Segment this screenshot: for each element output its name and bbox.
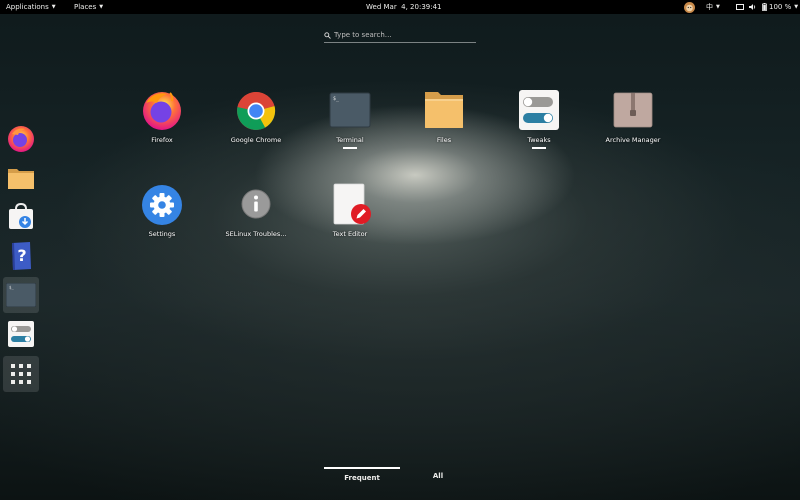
firefox-icon	[143, 92, 181, 130]
app-label: Settings	[148, 230, 176, 238]
app-firefox[interactable]: Firefox	[117, 88, 207, 144]
running-indicator	[343, 147, 357, 149]
app-settings[interactable]: Settings	[117, 182, 207, 238]
chrome-icon	[237, 91, 276, 130]
view-tabs: Frequent All	[320, 467, 480, 487]
volume-icon	[749, 4, 756, 10]
applications-menu[interactable]: Applications ▼	[6, 0, 56, 14]
grid-icon	[11, 364, 31, 384]
applications-menu-label: Applications	[6, 3, 49, 11]
dash-item-tweaks[interactable]	[3, 316, 39, 352]
app-label: Tweaks	[527, 136, 551, 144]
app-label: Google Chrome	[230, 136, 282, 144]
chevron-down-icon: ▼	[51, 4, 56, 10]
app-tweaks[interactable]: Tweaks	[494, 88, 584, 149]
svg-text:$_: $_	[9, 285, 14, 290]
app-google-chrome[interactable]: Google Chrome	[211, 88, 301, 144]
app-label: Terminal	[336, 136, 364, 144]
show-applications-button[interactable]	[3, 356, 39, 392]
svg-text:$_: $_	[333, 96, 340, 102]
folder-icon	[8, 169, 34, 189]
chevron-down-icon: ▼	[99, 4, 104, 10]
text-editor-icon	[333, 183, 371, 225]
gear-icon	[142, 185, 182, 225]
avatar-icon	[684, 1, 695, 13]
places-menu[interactable]: Places ▼	[74, 0, 103, 14]
battery-icon	[762, 3, 767, 11]
app-text-editor[interactable]: Text Editor	[305, 182, 395, 238]
clock-label: Wed Mar 4, 20:39:41	[366, 3, 442, 11]
app-label: Firefox	[151, 136, 173, 144]
top-bar: Applications ▼ Places ▼ Wed Mar 4, 20:39…	[0, 0, 800, 14]
clock[interactable]: Wed Mar 4, 20:39:41	[366, 0, 442, 14]
running-indicator	[532, 147, 546, 149]
search-icon	[324, 31, 331, 39]
tab-frequent[interactable]: Frequent	[324, 467, 400, 489]
chevron-down-icon: ▼	[716, 4, 720, 10]
chevron-down-icon: ▼	[794, 4, 799, 10]
screen-icon	[736, 3, 744, 10]
dash-item-help[interactable]: ?	[3, 238, 39, 274]
dash-item-firefox[interactable]	[3, 121, 39, 157]
avatar[interactable]	[684, 0, 695, 14]
terminal-icon: $_	[6, 283, 36, 307]
terminal-icon: $_	[329, 92, 371, 128]
search-input[interactable]	[331, 31, 464, 39]
app-terminal[interactable]: $_ Terminal	[305, 88, 395, 149]
input-method-label: 中	[706, 3, 713, 11]
software-icon	[9, 203, 33, 229]
app-archive-manager[interactable]: Archive Manager	[588, 88, 678, 144]
folder-icon	[425, 92, 463, 128]
svg-text:?: ?	[17, 246, 26, 265]
dash-item-software[interactable]	[3, 199, 39, 235]
tab-all[interactable]: All	[420, 467, 456, 487]
app-label: Text Editor	[332, 230, 368, 238]
tab-frequent-label: Frequent	[344, 474, 380, 482]
app-selinux-troubleshooter[interactable]: SELinux Troubles...	[211, 182, 301, 238]
places-menu-label: Places	[74, 3, 97, 11]
app-files[interactable]: Files	[399, 88, 489, 144]
system-menu[interactable]: 100 % ▼	[736, 0, 798, 14]
firefox-icon	[8, 126, 34, 152]
input-method-menu[interactable]: 中 ▼	[706, 0, 720, 14]
help-icon: ?	[12, 242, 31, 270]
tweaks-icon	[8, 321, 34, 347]
search-box[interactable]	[324, 28, 476, 43]
app-label: SELinux Troubles...	[225, 230, 287, 238]
tab-all-label: All	[432, 472, 444, 480]
app-label: Archive Manager	[605, 136, 661, 144]
info-icon	[241, 189, 271, 219]
archive-icon	[613, 92, 653, 128]
dash-item-files[interactable]	[3, 160, 39, 196]
dash-item-terminal[interactable]: $_	[3, 277, 39, 313]
app-label: Files	[436, 136, 452, 144]
tweaks-icon	[519, 90, 559, 130]
battery-label: 100 %	[769, 3, 792, 11]
